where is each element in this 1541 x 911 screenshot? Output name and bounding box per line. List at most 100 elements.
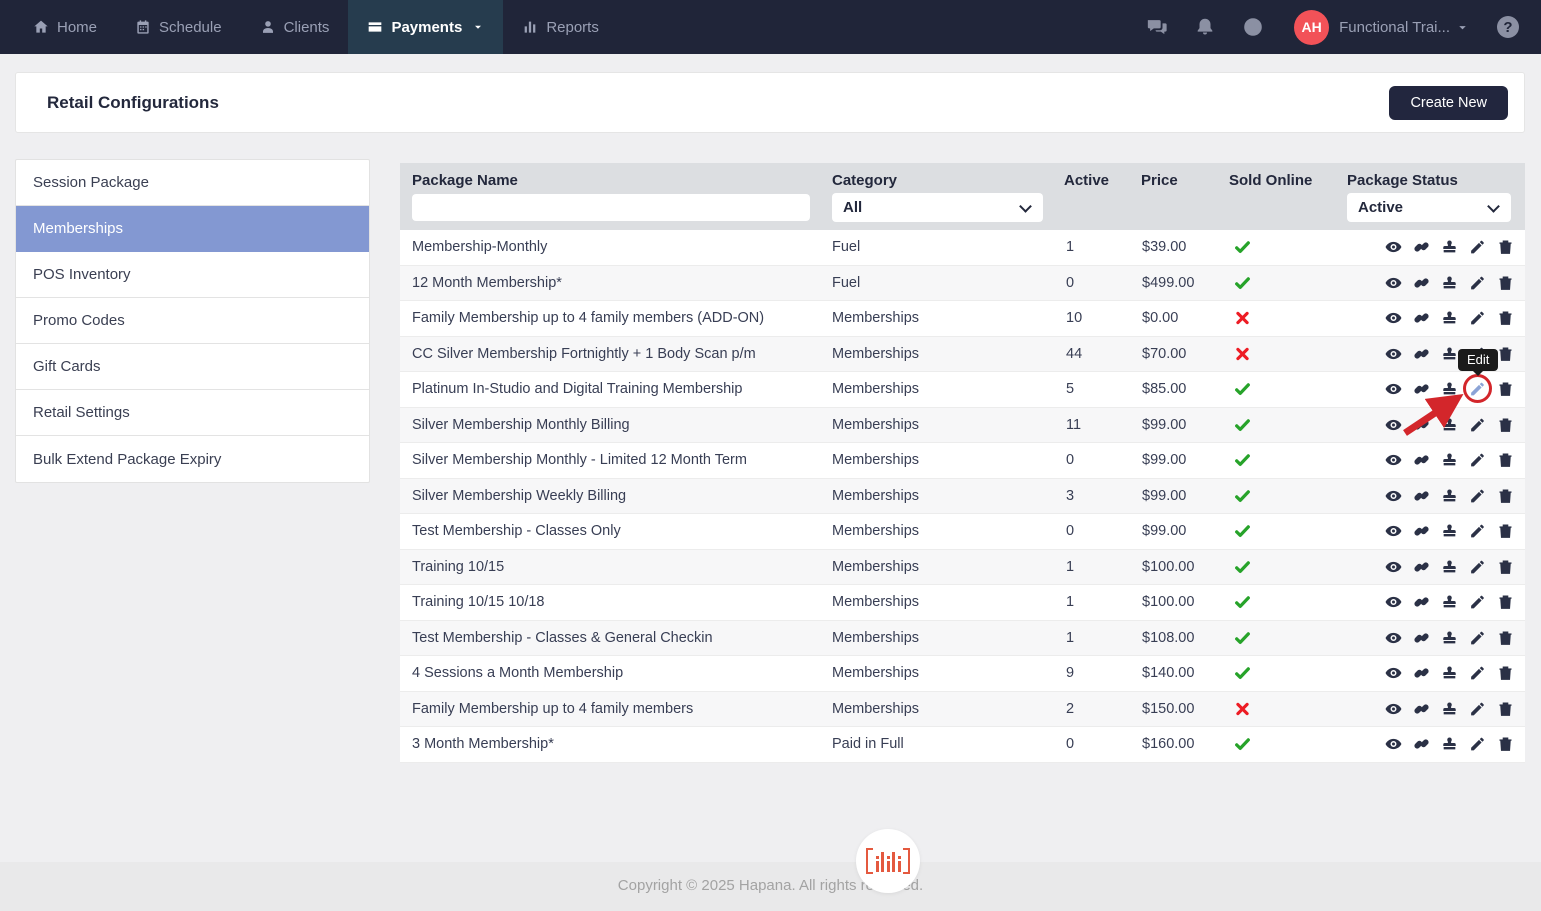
notifications-bell-icon[interactable] [1194,16,1216,38]
barcode-logo-icon [866,846,910,876]
cell-active: 1 [1066,559,1074,575]
edit-icon[interactable] [1469,629,1486,646]
sidebar-item-gift-cards[interactable]: Gift Cards [16,344,369,390]
link-icon[interactable] [1413,558,1430,575]
delete-icon[interactable] [1497,594,1514,611]
sidebar-item-session-package[interactable]: Session Package [16,160,369,206]
stamp-icon[interactable] [1441,274,1458,291]
stamp-icon[interactable] [1441,345,1458,362]
stamp-icon[interactable] [1441,629,1458,646]
view-icon[interactable] [1385,310,1402,327]
delete-icon[interactable] [1497,665,1514,682]
view-icon[interactable] [1385,345,1402,362]
view-icon[interactable] [1385,274,1402,291]
edit-icon[interactable] [1469,310,1486,327]
table-row: Family Membership up to 4 family members… [400,301,1525,337]
link-icon[interactable] [1413,274,1430,291]
edit-icon[interactable] [1469,487,1486,504]
delete-icon[interactable] [1497,239,1514,256]
cell-package-name: Platinum In-Studio and Digital Training … [412,381,742,397]
nav-item-home[interactable]: Home [14,0,116,54]
sidebar-item-memberships[interactable]: Memberships [16,206,369,252]
sidebar-item-label: Session Package [33,174,149,191]
cell-package-name: Family Membership up to 4 family members [412,701,693,717]
nav-item-payments[interactable]: Payments [348,0,503,54]
create-new-button[interactable]: Create New [1389,86,1508,120]
stamp-icon[interactable] [1441,523,1458,540]
edit-icon[interactable] [1469,452,1486,469]
edit-icon[interactable] [1469,665,1486,682]
link-icon[interactable] [1413,345,1430,362]
link-icon[interactable] [1413,239,1430,256]
delete-icon[interactable] [1497,629,1514,646]
link-icon[interactable] [1413,665,1430,682]
link-icon[interactable] [1413,629,1430,646]
sold-online-check-icon [1234,452,1251,469]
stamp-icon[interactable] [1441,239,1458,256]
link-icon[interactable] [1413,452,1430,469]
view-icon[interactable] [1385,523,1402,540]
nav-item-reports[interactable]: Reports [503,0,618,54]
cell-active: 9 [1066,665,1074,681]
sidebar-item-pos-inventory[interactable]: POS Inventory [16,252,369,298]
view-icon[interactable] [1385,629,1402,646]
edit-icon[interactable] [1469,736,1486,753]
edit-icon[interactable] [1469,700,1486,717]
table-header: Package Name Category Active Price Sold … [400,163,1525,230]
edit-icon[interactable] [1469,523,1486,540]
edit-icon[interactable] [1469,239,1486,256]
stamp-icon[interactable] [1441,700,1458,717]
view-icon[interactable] [1385,736,1402,753]
link-icon[interactable] [1413,310,1430,327]
view-icon[interactable] [1385,487,1402,504]
history-clock-icon[interactable] [1242,16,1264,38]
link-icon[interactable] [1413,487,1430,504]
delete-icon[interactable] [1497,274,1514,291]
view-icon[interactable] [1385,452,1402,469]
view-icon[interactable] [1385,665,1402,682]
view-icon[interactable] [1385,700,1402,717]
delete-icon[interactable] [1497,523,1514,540]
link-icon[interactable] [1413,700,1430,717]
chat-icon[interactable] [1146,16,1168,38]
view-icon[interactable] [1385,239,1402,256]
stamp-icon[interactable] [1441,736,1458,753]
delete-icon[interactable] [1497,416,1514,433]
stamp-icon[interactable] [1441,487,1458,504]
view-icon[interactable] [1385,594,1402,611]
view-icon[interactable] [1385,558,1402,575]
delete-icon[interactable] [1497,487,1514,504]
account-caret-icon[interactable] [1456,21,1469,34]
edit-icon[interactable] [1469,594,1486,611]
cell-active: 2 [1066,701,1074,717]
nav-item-schedule[interactable]: Schedule [116,0,241,54]
help-icon[interactable]: ? [1497,16,1519,38]
avatar[interactable]: AH [1294,10,1329,45]
delete-icon[interactable] [1497,736,1514,753]
delete-icon[interactable] [1497,700,1514,717]
stamp-icon[interactable] [1441,452,1458,469]
link-icon[interactable] [1413,594,1430,611]
account-name[interactable]: Functional Trai... [1339,19,1450,36]
package-status-filter-select[interactable]: Active [1347,193,1511,222]
edit-icon[interactable] [1469,274,1486,291]
delete-icon[interactable] [1497,381,1514,398]
nav-item-clients[interactable]: Clients [241,0,349,54]
link-icon[interactable] [1413,523,1430,540]
sidebar-item-retail-settings[interactable]: Retail Settings [16,390,369,436]
package-name-filter-input[interactable] [412,194,810,221]
stamp-icon[interactable] [1441,594,1458,611]
link-icon[interactable] [1413,736,1430,753]
edit-icon[interactable] [1469,558,1486,575]
delete-icon[interactable] [1497,310,1514,327]
delete-icon[interactable] [1497,558,1514,575]
cell-category: Memberships [832,417,919,433]
sidebar-item-bulk-extend-package-expiry[interactable]: Bulk Extend Package Expiry [16,436,369,482]
stamp-icon[interactable] [1441,665,1458,682]
delete-icon[interactable] [1497,452,1514,469]
sidebar-item-promo-codes[interactable]: Promo Codes [16,298,369,344]
category-filter-select[interactable]: All [832,193,1043,222]
stamp-icon[interactable] [1441,310,1458,327]
delete-icon[interactable] [1497,345,1514,362]
stamp-icon[interactable] [1441,558,1458,575]
